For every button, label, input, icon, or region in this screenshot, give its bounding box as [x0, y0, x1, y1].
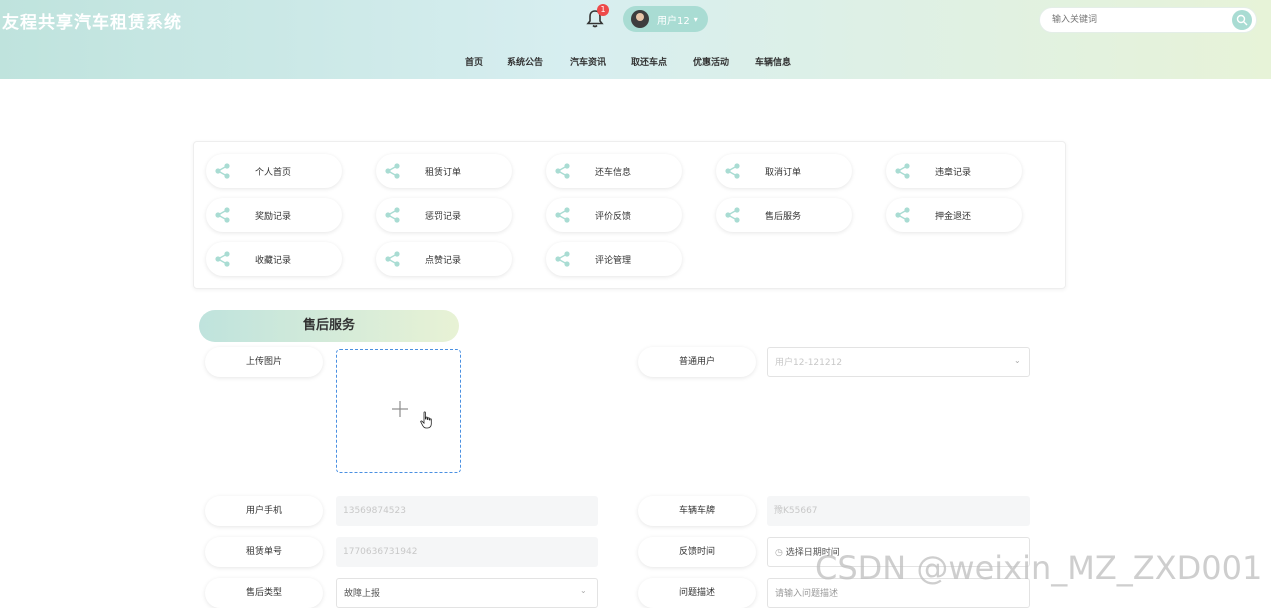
menu-item-after-sales[interactable]: 售后服务 — [716, 198, 852, 232]
share-icon — [725, 163, 740, 179]
menu-item-favorites[interactable]: 收藏记录 — [206, 242, 342, 276]
feedback-time-label: 反馈时间 — [638, 537, 756, 567]
main-nav: 首页 系统公告 汽车资讯 取还车点 优惠活动 车辆信息 — [0, 55, 1271, 73]
nav-item-announcements[interactable]: 系统公告 — [507, 55, 543, 68]
share-icon — [725, 207, 740, 223]
nav-item-vehicles[interactable]: 车辆信息 — [755, 55, 791, 68]
header: 友程共享汽车租赁系统 1 用户12 ▾ 首页 系统公告 汽车资讯 取还车点 优惠… — [0, 0, 1271, 79]
nav-item-car-news[interactable]: 汽车资讯 — [570, 55, 606, 68]
share-icon — [385, 207, 400, 223]
search-box — [1039, 7, 1257, 33]
nav-item-promotions[interactable]: 优惠活动 — [693, 55, 729, 68]
share-icon — [555, 251, 570, 267]
plus-icon — [392, 401, 408, 417]
site-title[interactable]: 友程共享汽车租赁系统 — [2, 8, 182, 33]
menu-item-cancel-orders[interactable]: 取消订单 — [716, 154, 852, 188]
menu-item-label: 个人首页 — [255, 168, 292, 178]
menu-item-rewards[interactable]: 奖励记录 — [206, 198, 342, 232]
menu-item-label: 奖励记录 — [255, 212, 292, 222]
menu-item-feedback[interactable]: 评价反馈 — [546, 198, 682, 232]
share-icon — [555, 163, 570, 179]
share-icon — [555, 207, 570, 223]
phone-value: 13569874523 — [343, 506, 406, 516]
menu-item-deposit-refund[interactable]: 押金退还 — [886, 198, 1022, 232]
image-upload[interactable] — [336, 349, 461, 473]
share-icon — [385, 163, 400, 179]
menu-item-label: 还车信息 — [595, 168, 632, 178]
plate-label: 车辆车牌 — [638, 496, 756, 526]
user-menu[interactable]: 用户12 ▾ — [623, 6, 708, 32]
section-title: 售后服务 — [199, 310, 459, 342]
menu-item-label: 押金退还 — [935, 212, 972, 222]
share-icon — [215, 251, 230, 267]
service-type-label: 售后类型 — [205, 578, 323, 608]
menu-item-violations[interactable]: 违章记录 — [886, 154, 1022, 188]
watermark: CSDN @weixin_MZ_ZXD001 — [815, 549, 1263, 587]
service-type-value: 故障上报 — [344, 589, 381, 599]
search-icon — [1236, 14, 1248, 26]
menu-item-likes[interactable]: 点赞记录 — [376, 242, 512, 276]
chevron-down-icon: ⌄ — [1014, 356, 1021, 365]
phone-field[interactable]: 13569874523 — [336, 496, 598, 526]
search-input[interactable] — [1052, 12, 1222, 28]
nav-item-home[interactable]: 首页 — [465, 55, 483, 68]
menu-item-label: 点赞记录 — [425, 256, 462, 266]
user-type-label: 普通用户 — [638, 347, 756, 377]
order-value: 1770636731942 — [343, 547, 418, 557]
menu-item-label: 租赁订单 — [425, 168, 462, 178]
user-name: 用户12 — [657, 15, 690, 27]
problem-label: 问题描述 — [638, 578, 756, 608]
share-icon — [895, 207, 910, 223]
menu-item-label: 收藏记录 — [255, 256, 292, 266]
menu-item-label: 售后服务 — [765, 212, 802, 222]
service-type-select[interactable]: 故障上报 — [336, 578, 598, 608]
menu-item-profile[interactable]: 个人首页 — [206, 154, 342, 188]
user-type-value: 用户12-121212 — [775, 358, 843, 368]
menu-item-label: 违章记录 — [935, 168, 972, 178]
search-button[interactable] — [1232, 10, 1252, 30]
avatar — [631, 10, 649, 28]
menu-item-label: 取消订单 — [765, 168, 802, 178]
order-label: 租赁单号 — [205, 537, 323, 567]
menu-item-label: 评论管理 — [595, 256, 632, 266]
menu-item-comments[interactable]: 评论管理 — [546, 242, 682, 276]
order-field[interactable]: 1770636731942 — [336, 537, 598, 567]
share-icon — [215, 163, 230, 179]
hand-cursor-icon — [420, 411, 432, 429]
share-icon — [385, 251, 400, 267]
user-type-select[interactable]: 用户12-121212 — [767, 347, 1030, 377]
menu-item-label: 惩罚记录 — [425, 212, 462, 222]
share-icon — [895, 163, 910, 179]
menu-item-rental-orders[interactable]: 租赁订单 — [376, 154, 512, 188]
nav-item-pickup-points[interactable]: 取还车点 — [631, 55, 667, 68]
plate-field[interactable]: 豫K55667 — [767, 496, 1030, 526]
plate-value: 豫K55667 — [774, 506, 818, 516]
clock-icon: ◷ — [775, 548, 783, 558]
menu-item-penalties[interactable]: 惩罚记录 — [376, 198, 512, 232]
notification-badge: 1 — [597, 4, 609, 16]
menu-item-return-info[interactable]: 还车信息 — [546, 154, 682, 188]
share-icon — [215, 207, 230, 223]
problem-placeholder: 请输入问题描述 — [775, 589, 839, 599]
user-menu-card: 个人首页 租赁订单 还车信息 取消订单 违章记录 奖励记录 惩罚记录 评价反馈 … — [193, 141, 1066, 289]
phone-label: 用户手机 — [205, 496, 323, 526]
menu-item-label: 评价反馈 — [595, 212, 632, 222]
chevron-down-icon: ⌄ — [580, 586, 587, 595]
chevron-down-icon: ▾ — [693, 14, 698, 24]
upload-label: 上传图片 — [205, 347, 323, 377]
